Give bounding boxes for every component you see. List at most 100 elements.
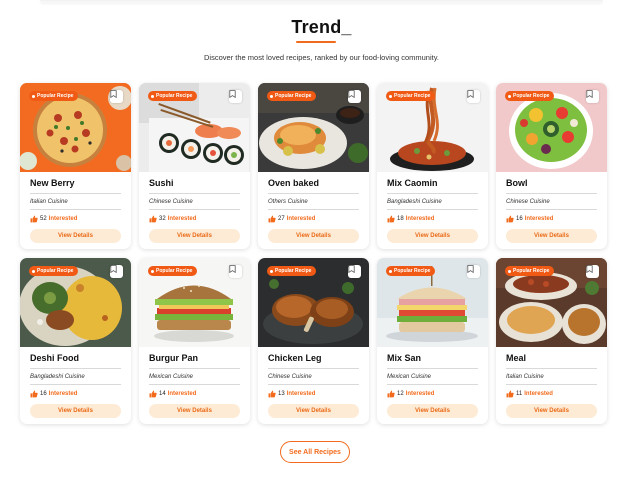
recipe-cuisine: Bangladeshi Cuisine bbox=[387, 199, 442, 205]
recipe-photo: Popular Recipe bbox=[258, 258, 369, 347]
recipe-card[interactable]: Popular Recipe Mix Caomin Bangladeshi Cu… bbox=[377, 83, 488, 249]
recipe-name: Mix San bbox=[387, 353, 422, 363]
recipe-card[interactable]: Popular Recipe Sushi Chinese Cuisine 32 … bbox=[139, 83, 250, 249]
badge-dot-icon bbox=[151, 269, 154, 273]
bookmark-button[interactable] bbox=[586, 90, 599, 103]
bookmark-button[interactable] bbox=[586, 265, 599, 278]
bookmark-icon bbox=[467, 90, 474, 98]
divider bbox=[149, 368, 240, 369]
interest-count: 11 bbox=[516, 391, 523, 397]
badge-label: Popular Recipe bbox=[37, 268, 74, 274]
bookmark-icon bbox=[467, 265, 474, 273]
view-details-button[interactable]: View Details bbox=[387, 404, 478, 418]
interest-count: 14 bbox=[159, 391, 166, 397]
recipe-card[interactable]: Popular Recipe Deshi Food Bangladeshi Cu… bbox=[20, 258, 131, 424]
recipe-photo: Popular Recipe bbox=[496, 258, 607, 347]
popular-badge: Popular Recipe bbox=[386, 91, 436, 101]
recipe-name: Chicken Leg bbox=[268, 353, 322, 363]
recipe-photo: Popular Recipe bbox=[496, 83, 607, 172]
bookmark-button[interactable] bbox=[467, 265, 480, 278]
popular-badge: Popular Recipe bbox=[505, 266, 555, 276]
thumbs-up-icon bbox=[506, 390, 514, 398]
badge-label: Popular Recipe bbox=[513, 268, 550, 274]
top-divider bbox=[40, 0, 603, 3]
recipe-card[interactable]: Popular Recipe Bowl Chinese Cuisine 16 I… bbox=[496, 83, 607, 249]
recipe-cuisine: Others Cuisine bbox=[268, 199, 308, 205]
thumbs-up-icon bbox=[268, 215, 276, 223]
badge-dot-icon bbox=[32, 269, 35, 273]
view-details-button[interactable]: View Details bbox=[506, 404, 597, 418]
divider bbox=[506, 368, 597, 369]
interest-label: Interested bbox=[405, 391, 435, 397]
recipe-card[interactable]: Popular Recipe Meal Italian Cuisine 11 I… bbox=[496, 258, 607, 424]
recipe-photo: Popular Recipe bbox=[139, 83, 250, 172]
recipe-photo: Popular Recipe bbox=[20, 83, 131, 172]
divider bbox=[387, 193, 478, 194]
recipe-card[interactable]: Popular Recipe Burgur Pan Mexican Cuisin… bbox=[139, 258, 250, 424]
badge-label: Popular Recipe bbox=[275, 93, 312, 99]
badge-dot-icon bbox=[389, 269, 392, 273]
interest-count: 27 bbox=[278, 216, 285, 222]
section-title: Trend_ bbox=[291, 17, 352, 37]
interest-count: 13 bbox=[278, 391, 285, 397]
divider bbox=[30, 193, 121, 194]
divider bbox=[506, 384, 597, 385]
recipe-card[interactable]: Popular Recipe Oven baked Others Cuisine… bbox=[258, 83, 369, 249]
badge-dot-icon bbox=[508, 269, 511, 273]
recipe-cuisine: Bangladeshi Cuisine bbox=[30, 374, 85, 380]
interest-count: 32 bbox=[159, 216, 166, 222]
interest-row: 12 Interested bbox=[387, 390, 478, 398]
bookmark-button[interactable] bbox=[229, 90, 242, 103]
recipe-photo: Popular Recipe bbox=[377, 83, 488, 172]
recipe-name: Bowl bbox=[506, 178, 528, 188]
recipe-name: Mix Caomin bbox=[387, 178, 438, 188]
recipe-photo: Popular Recipe bbox=[258, 83, 369, 172]
see-all-recipes-button[interactable]: See All Recipes bbox=[280, 441, 350, 463]
badge-label: Popular Recipe bbox=[275, 268, 312, 274]
bookmark-button[interactable] bbox=[110, 265, 123, 278]
popular-badge: Popular Recipe bbox=[148, 266, 198, 276]
popular-badge: Popular Recipe bbox=[267, 91, 317, 101]
interest-count: 52 bbox=[40, 216, 47, 222]
divider bbox=[30, 384, 121, 385]
view-details-button[interactable]: View Details bbox=[149, 229, 240, 243]
bookmark-icon bbox=[586, 265, 593, 273]
popular-badge: Popular Recipe bbox=[505, 91, 555, 101]
view-details-button[interactable]: View Details bbox=[506, 229, 597, 243]
thumbs-up-icon bbox=[387, 390, 395, 398]
bookmark-button[interactable] bbox=[229, 265, 242, 278]
recipe-cuisine: Chinese Cuisine bbox=[149, 199, 193, 205]
badge-label: Popular Recipe bbox=[394, 268, 431, 274]
popular-badge: Popular Recipe bbox=[386, 266, 436, 276]
interest-row: 11 Interested bbox=[506, 390, 597, 398]
popular-badge: Popular Recipe bbox=[29, 266, 79, 276]
divider bbox=[506, 209, 597, 210]
interest-label: Interested bbox=[286, 391, 316, 397]
interest-count: 12 bbox=[397, 391, 404, 397]
recipe-name: Burgur Pan bbox=[149, 353, 199, 363]
recipe-card[interactable]: Popular Recipe Mix San Mexican Cuisine 1… bbox=[377, 258, 488, 424]
view-details-button[interactable]: View Details bbox=[268, 229, 359, 243]
recipe-photo: Popular Recipe bbox=[139, 258, 250, 347]
view-details-button[interactable]: View Details bbox=[268, 404, 359, 418]
view-details-button[interactable]: View Details bbox=[30, 404, 121, 418]
thumbs-up-icon bbox=[387, 215, 395, 223]
recipe-cuisine: Chinese Cuisine bbox=[268, 374, 312, 380]
bookmark-button[interactable] bbox=[348, 90, 361, 103]
view-details-button[interactable]: View Details bbox=[387, 229, 478, 243]
bookmark-button[interactable] bbox=[467, 90, 480, 103]
divider bbox=[387, 368, 478, 369]
interest-row: 27 Interested bbox=[268, 215, 359, 223]
recipe-name: Deshi Food bbox=[30, 353, 79, 363]
bookmark-icon bbox=[586, 90, 593, 98]
interest-row: 52 Interested bbox=[30, 215, 121, 223]
badge-dot-icon bbox=[508, 94, 511, 98]
bookmark-icon bbox=[229, 265, 236, 273]
bookmark-button[interactable] bbox=[110, 90, 123, 103]
recipe-card[interactable]: Popular Recipe Chicken Leg Chinese Cuisi… bbox=[258, 258, 369, 424]
view-details-button[interactable]: View Details bbox=[149, 404, 240, 418]
bookmark-button[interactable] bbox=[348, 265, 361, 278]
view-details-button[interactable]: View Details bbox=[30, 229, 121, 243]
recipe-card[interactable]: Popular Recipe New Berry Italian Cuisine… bbox=[20, 83, 131, 249]
popular-badge: Popular Recipe bbox=[267, 266, 317, 276]
